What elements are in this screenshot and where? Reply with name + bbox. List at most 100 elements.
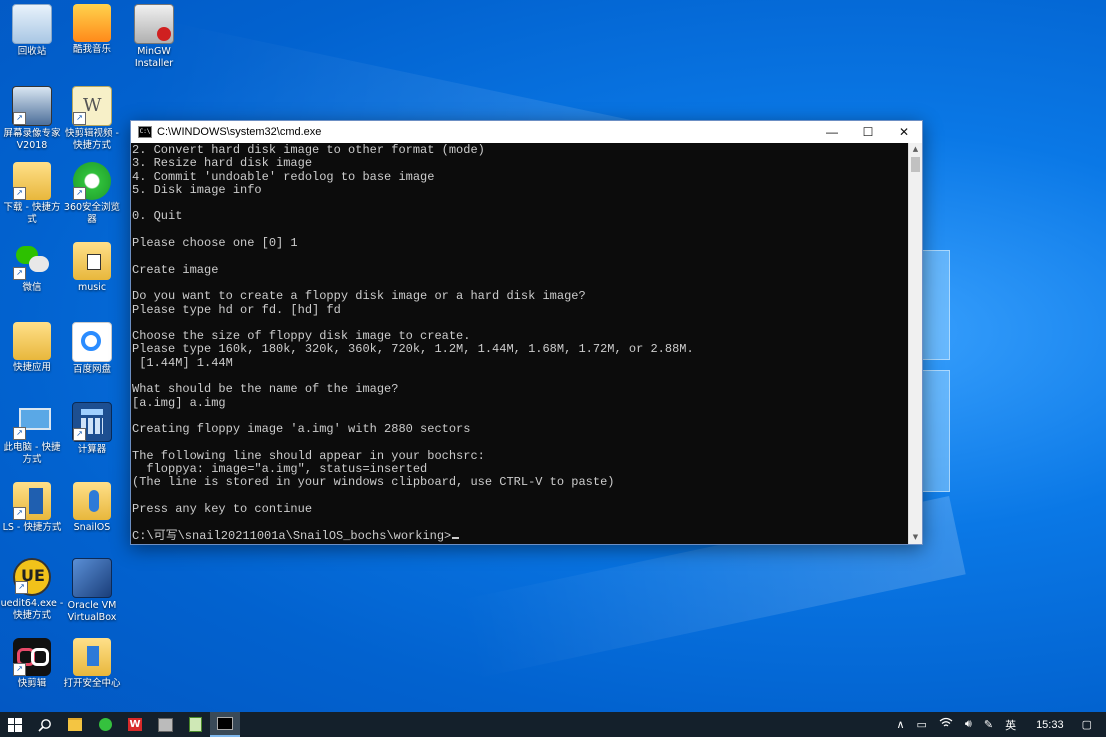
360-browser-icon (98, 718, 112, 731)
scroll-up-icon[interactable]: ▲ (909, 143, 922, 156)
desktop-icon-wechat[interactable]: ↗ 微信 (0, 242, 64, 294)
folder-icon (68, 718, 82, 731)
desktop-icon-kuaijianji-shortcut[interactable]: W ↗ 快剪辑视频 - 快捷方式 (60, 86, 124, 152)
desktop-icon-calculator[interactable]: ↗ 计算器 (60, 402, 124, 456)
calculator-icon: ↗ (72, 402, 112, 442)
taskbar: W ∧ ▭ 🔊︎ ✎ 英 15:33 ▢ (0, 712, 1106, 737)
shortcut-arrow-icon: ↗ (15, 581, 28, 594)
start-button[interactable] (0, 712, 30, 737)
shortcut-arrow-icon: ↗ (73, 187, 86, 200)
shortcut-arrow-icon: ↗ (13, 187, 26, 200)
scroll-down-icon[interactable]: ▼ (909, 531, 922, 544)
network-icon[interactable] (933, 717, 959, 732)
desktop-icon-label: 快剪辑视频 - 快捷方式 (65, 128, 119, 151)
desktop-icon-this-pc-shortcut[interactable]: ↗ 此电脑 - 快捷方式 (0, 402, 64, 466)
vertical-scrollbar[interactable]: ▲ ▼ (908, 143, 922, 544)
desktop-icon-label: Oracle VM VirtualBox (67, 600, 117, 623)
taskbar-360-browser[interactable] (90, 712, 120, 737)
search-button[interactable] (30, 712, 60, 737)
shortcut-arrow-icon: ↗ (13, 663, 26, 676)
folder-icon (73, 242, 111, 280)
desktop-icon-label: 快捷应用 (12, 362, 51, 373)
battery-icon[interactable]: ▭ (911, 718, 933, 731)
shortcut-arrow-icon: ↗ (73, 428, 86, 441)
desktop-icon-label: 百度网盘 (72, 364, 111, 375)
clock[interactable]: 15:33 (1022, 719, 1078, 731)
desktop-icon-label: 屏幕录像专家 V2018 (3, 128, 61, 151)
shortcut-arrow-icon: ↗ (13, 112, 26, 125)
desktop-icon-snailos[interactable]: SnailOS (60, 482, 124, 534)
shortcut-arrow-icon: ↗ (13, 427, 26, 440)
taskbar-mingw[interactable] (150, 712, 180, 737)
shortcut-arrow-icon: ↗ (73, 112, 86, 125)
scroll-thumb[interactable] (911, 157, 920, 172)
desktop-icon-kuaijianji[interactable]: ↗ 快剪辑 (0, 638, 64, 690)
taskbar-cmd[interactable] (210, 712, 240, 737)
folder-icon (13, 322, 51, 360)
desktop-icon-screen-recorder[interactable]: ↗ 屏幕录像专家 V2018 (0, 86, 64, 152)
desktop-icon-label: 回收站 (17, 46, 47, 57)
kuwo-music-icon (73, 4, 111, 42)
taskbar-file-explorer[interactable] (60, 712, 90, 737)
close-button[interactable]: ✕ (886, 121, 922, 143)
desktop-icon-label: 酷我音乐 (72, 44, 111, 55)
taskbar-wps[interactable]: W (120, 712, 150, 737)
text-cursor (452, 536, 460, 539)
logo-pane (922, 370, 950, 492)
screen-recorder-icon: ↗ (12, 86, 52, 126)
recycle-bin-icon (12, 4, 52, 44)
volume-icon[interactable]: 🔊︎ (959, 718, 978, 731)
window-title: C:\WINDOWS\system32\cmd.exe (157, 126, 322, 138)
desktop-icon-label: 360安全浏览器 (63, 202, 121, 225)
wechat-icon: ↗ (13, 242, 51, 280)
cmd-window[interactable]: C:\ C:\WINDOWS\system32\cmd.exe — ☐ ✕ 2.… (130, 120, 923, 545)
folder-icon (73, 638, 111, 676)
input-method-indicator[interactable]: 英 (999, 717, 1022, 733)
desktop-icon-baidu-netdisk[interactable]: 百度网盘 (60, 322, 124, 376)
desktop-icon-label: 微信 (22, 282, 42, 293)
pen-workspace-icon[interactable]: ✎ (978, 718, 999, 731)
mingw-icon (157, 717, 173, 732)
desktop-icon-virtualbox[interactable]: Oracle VM VirtualBox (60, 558, 124, 624)
maximize-button[interactable]: ☐ (850, 121, 886, 143)
shortcut-arrow-icon: ↗ (13, 267, 26, 280)
desktop-icon-label: 快剪辑 (17, 678, 47, 689)
windows-logo-icon (8, 717, 22, 732)
folder-icon: ↗ (13, 162, 51, 200)
desktop-icon-360-browser[interactable]: ↗ 360安全浏览器 (60, 162, 124, 226)
desktop-icon-ls-shortcut[interactable]: ↗ LS - 快捷方式 (0, 482, 64, 534)
console-text: 2. Convert hard disk image to other form… (132, 143, 694, 543)
desktop-icon-recycle-bin[interactable]: 回收站 (0, 4, 64, 58)
show-hidden-icons-chevron-icon[interactable]: ∧ (890, 718, 910, 731)
desktop-icon-uedit64-shortcut[interactable]: UE ↗ uedit64.exe - 快捷方式 (0, 558, 64, 622)
shortcut-arrow-icon: ↗ (13, 507, 26, 520)
desktop-icon-security-center[interactable]: 打开安全中心 (60, 638, 124, 690)
desktop-icon-label: uedit64.exe - 快捷方式 (0, 598, 64, 621)
cmd-icon (217, 717, 233, 730)
console-icon: C:\ (138, 126, 152, 138)
ultraedit-icon: UE ↗ (13, 558, 51, 596)
taskbar-notepad[interactable] (180, 712, 210, 737)
folder-icon (73, 482, 111, 520)
baidu-netdisk-icon (72, 322, 112, 362)
desktop-icon-mingw[interactable]: MinGW Installer (122, 4, 186, 70)
wifi-icon (939, 717, 953, 727)
desktop-icon-downloads-shortcut[interactable]: ↗ 下载 - 快捷方式 (0, 162, 64, 226)
wps-icon: W (128, 718, 142, 731)
desktop-icon-music[interactable]: music (60, 242, 124, 294)
minimize-button[interactable]: — (814, 121, 850, 143)
console-output[interactable]: 2. Convert hard disk image to other form… (131, 143, 908, 544)
computer-icon: ↗ (13, 402, 51, 440)
notification-center-icon[interactable]: ▢ (1078, 718, 1106, 731)
desktop-icon-kuwo[interactable]: 酷我音乐 (60, 4, 124, 56)
desktop-icon-quick-apps[interactable]: 快捷应用 (0, 322, 64, 374)
mingw-icon (134, 4, 174, 44)
desktop-icon-label: MinGW Installer (134, 46, 174, 69)
title-bar[interactable]: C:\ C:\WINDOWS\system32\cmd.exe — ☐ ✕ (131, 121, 922, 143)
desktop-icon-label: 打开安全中心 (63, 678, 121, 689)
kuaijianji-icon: ↗ (13, 638, 51, 676)
desktop-icon-label: LS - 快捷方式 (2, 522, 62, 533)
system-tray: ∧ ▭ 🔊︎ ✎ 英 15:33 ▢ (890, 717, 1106, 733)
desktop-icon-label: SnailOS (73, 522, 111, 533)
desktop-icon-label: 下载 - 快捷方式 (3, 202, 61, 225)
